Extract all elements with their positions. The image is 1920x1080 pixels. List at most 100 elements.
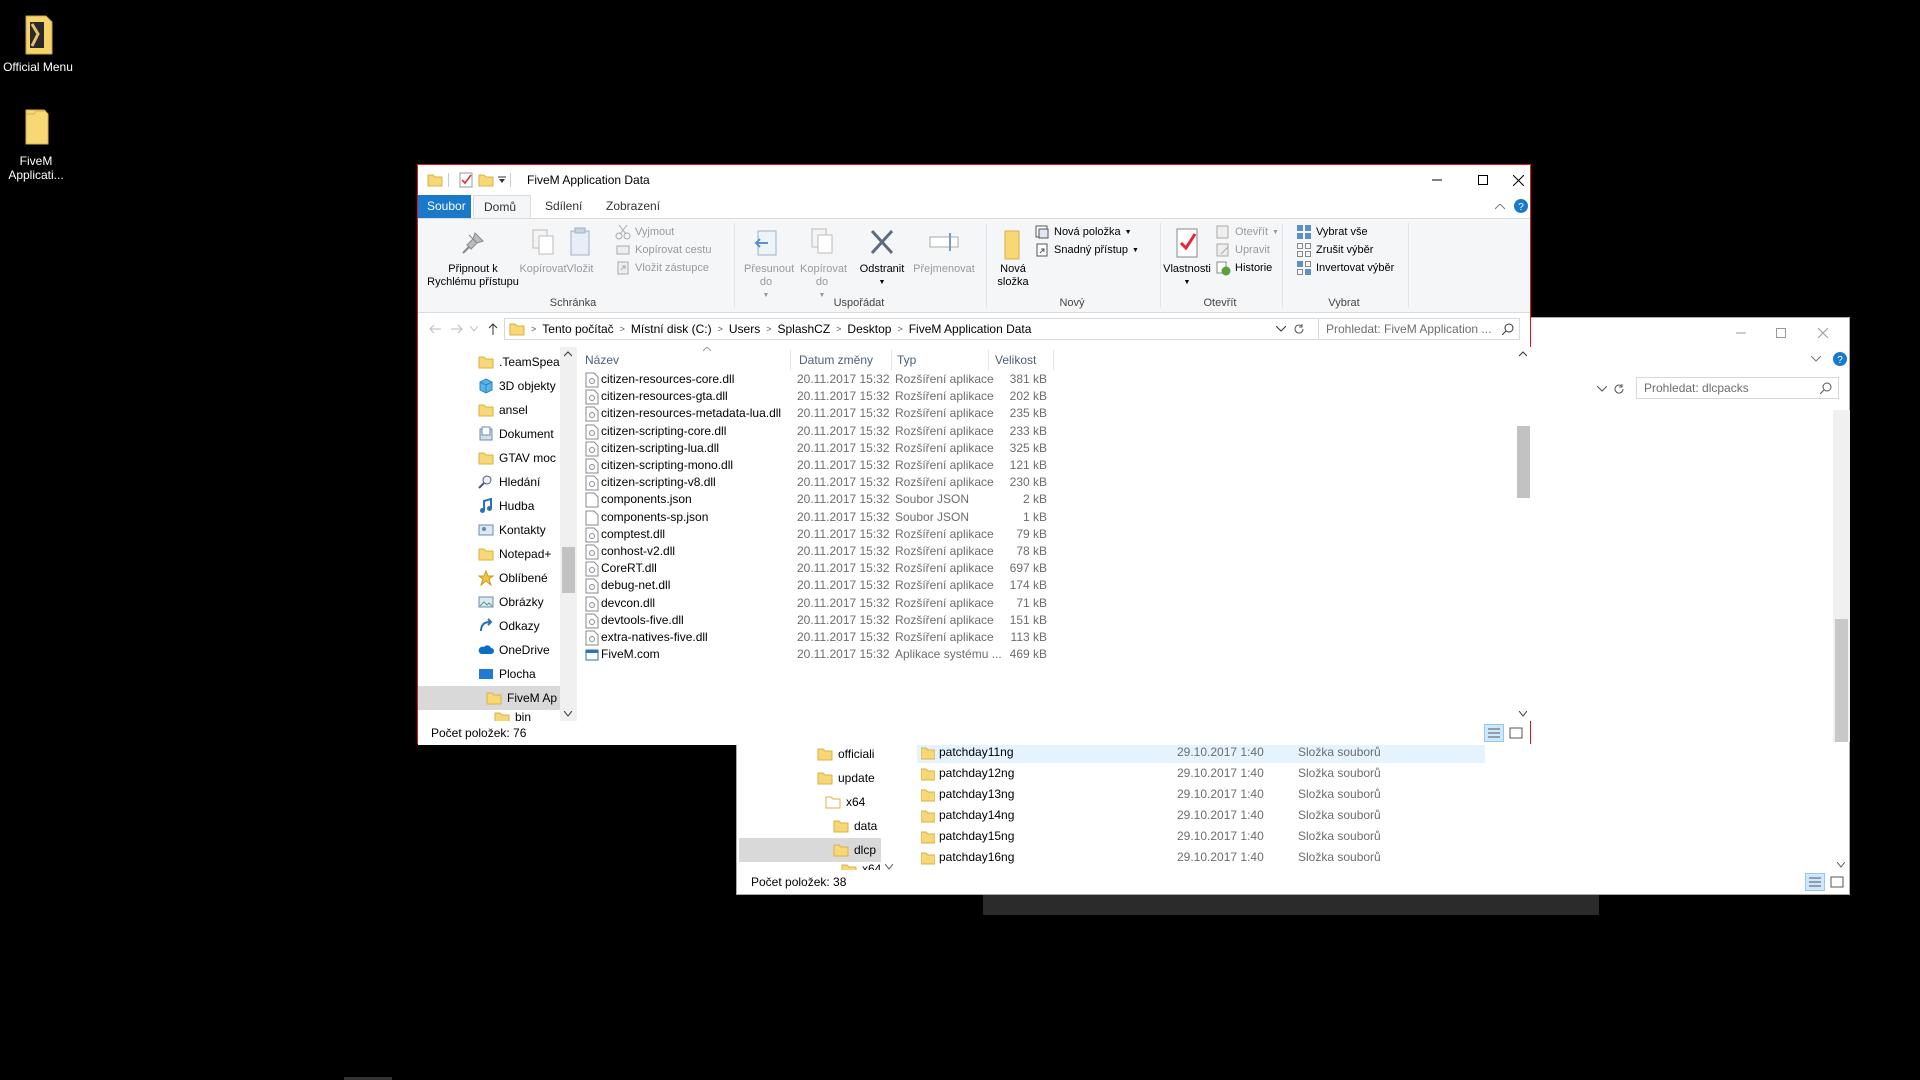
select-all-button[interactable]: Vybrat vše: [1296, 223, 1368, 241]
table-row[interactable]: patchday11ng 29.10.2017 1:40 Složka soub…: [917, 742, 1485, 763]
nav-item-documents[interactable]: Dokument: [478, 422, 554, 446]
details-view-button[interactable]: [1805, 873, 1825, 891]
table-row[interactable]: citizen-resources-core.dll 20.11.2017 15:…: [578, 371, 1058, 388]
table-row[interactable]: citizen-scripting-v8.dll 20.11.2017 15:32…: [578, 474, 1058, 491]
scrollbar-thumb[interactable]: [1517, 426, 1530, 498]
nav-item-favorites[interactable]: Oblíbené: [478, 566, 548, 590]
table-row[interactable]: citizen-resources-metadata-lua.dll 20.11.…: [578, 405, 1058, 422]
vertical-scrollbar[interactable]: [1515, 347, 1532, 721]
invert-selection-button[interactable]: Invertovat výběr: [1296, 259, 1394, 277]
nav-item-music[interactable]: Hudba: [478, 494, 534, 518]
refresh-icon[interactable]: [1292, 322, 1306, 336]
back-nav-item[interactable]: update: [817, 766, 875, 790]
column-separator[interactable]: [790, 350, 791, 370]
search-input[interactable]: Prohledat: dlcpacks: [1636, 377, 1839, 399]
help-icon[interactable]: ?: [1514, 199, 1528, 213]
table-row[interactable]: components-sp.json 20.11.2017 15:32 Soubor…: [578, 509, 1058, 526]
properties-button[interactable]: Vlastnosti ▼: [1158, 225, 1216, 289]
nav-item-notepad[interactable]: Notepad+: [478, 542, 551, 566]
scroll-down-icon[interactable]: [1837, 862, 1845, 868]
maximize-button[interactable]: [1460, 165, 1506, 195]
desktop-icon-official-menu[interactable]: Official Menu: [0, 10, 78, 74]
column-header-name[interactable]: Název: [580, 349, 790, 371]
back-nav-item-selected[interactable]: dlcp: [739, 838, 881, 862]
tab-share[interactable]: Sdílení: [535, 195, 592, 218]
pin-quick-access-button[interactable]: Připnout k Rychlému přístupu: [423, 225, 523, 289]
table-row[interactable]: extra-natives-five.dll 20.11.2017 15:32 Ro…: [578, 629, 1058, 646]
nav-item-teamspeak[interactable]: .TeamSpea: [478, 350, 560, 374]
ribbon-collapse-icon[interactable]: [1495, 204, 1505, 210]
table-row[interactable]: patchday12ng 29.10.2017 1:40 Složka soub…: [917, 763, 1485, 784]
move-to-button[interactable]: Přesunout do ▼: [736, 225, 796, 302]
table-row[interactable]: comptest.dll 20.11.2017 15:32 Rozšíření ap…: [578, 526, 1058, 543]
nav-item-searches[interactable]: Hledání: [478, 470, 540, 494]
easy-access-button[interactable]: Snadný přístup ▼: [1034, 241, 1139, 259]
large-icons-view-button[interactable]: [1827, 873, 1847, 891]
cut-button[interactable]: Vyjmout: [615, 223, 674, 241]
breadcrumb[interactable]: > Tento počítač > Místní disk (C:) > Use…: [504, 318, 1426, 340]
nav-item-gtav[interactable]: GTAV moc: [478, 446, 556, 470]
nav-item-fivem-selected[interactable]: FiveM Ap: [418, 686, 560, 710]
tab-view[interactable]: Zobrazení: [596, 195, 670, 218]
breadcrumb-item[interactable]: Desktop: [841, 322, 897, 336]
tab-home[interactable]: Domů: [473, 195, 531, 218]
customize-quick-access-icon[interactable]: [498, 176, 506, 184]
scroll-up-icon[interactable]: [564, 351, 572, 357]
back-arrow-icon[interactable]: [428, 323, 442, 335]
nav-scrollbar[interactable]: [560, 347, 577, 721]
large-icons-view-button[interactable]: [1506, 724, 1526, 742]
table-row[interactable]: devcon.dll 20.11.2017 15:32 Rozšíření apli…: [578, 595, 1058, 612]
title-bar[interactable]: FiveM Application Data: [418, 165, 1530, 195]
table-row[interactable]: citizen-scripting-core.dll 20.11.2017 15:…: [578, 423, 1058, 440]
scrollbar-thumb[interactable]: [562, 547, 575, 593]
back-nav-item[interactable]: data: [833, 814, 877, 838]
table-row[interactable]: patchday13ng 29.10.2017 1:40 Složka soub…: [917, 784, 1485, 805]
close-button[interactable]: [1506, 165, 1530, 195]
table-row[interactable]: patchday14ng 29.10.2017 1:40 Složka soub…: [917, 805, 1485, 826]
back-nav-item[interactable]: x64: [825, 790, 865, 814]
close-button[interactable]: [1803, 318, 1843, 348]
refresh-icon[interactable]: [1612, 382, 1626, 396]
new-item-button[interactable]: Nová položka ▼: [1034, 223, 1132, 241]
select-none-button[interactable]: Zrušit výběr: [1296, 241, 1373, 259]
table-row[interactable]: CoreRT.dll 20.11.2017 15:32 Rozšíření apli…: [578, 560, 1058, 577]
copy-path-button[interactable]: Kopírovat cestu: [615, 241, 711, 259]
new-folder-button[interactable]: Nová složka: [988, 225, 1038, 289]
nav-item-desktop[interactable]: Plocha: [478, 662, 536, 686]
minimize-button[interactable]: [1721, 318, 1761, 348]
breadcrumb-item[interactable]: SplashCZ: [771, 322, 836, 336]
desktop-icon-fivem[interactable]: FiveM Applicati...: [0, 104, 76, 182]
nav-item-contacts[interactable]: Kontakty: [478, 518, 546, 542]
search-input[interactable]: Prohledat: FiveM Application ...: [1318, 318, 1520, 340]
tab-file[interactable]: Soubor: [418, 195, 471, 218]
help-icon[interactable]: ?: [1833, 352, 1847, 366]
nav-item-onedrive[interactable]: OneDrive: [478, 638, 550, 662]
table-row[interactable]: debug-net.dll 20.11.2017 15:32 Rozšíření a…: [578, 577, 1058, 594]
chevron-down-icon[interactable]: [1597, 386, 1607, 392]
nav-item-3d-objects[interactable]: 3D objekty: [478, 374, 556, 398]
up-arrow-icon[interactable]: [487, 322, 499, 336]
column-header-date[interactable]: Datum změny: [794, 349, 894, 371]
table-row[interactable]: components.json 20.11.2017 15:32 Soubor JS…: [578, 491, 1058, 508]
delete-button[interactable]: Odstranit ▼: [856, 225, 908, 289]
back-nav-item[interactable]: x64: [841, 862, 881, 870]
forward-arrow-icon[interactable]: [450, 323, 464, 335]
table-row[interactable]: patchday16ng 29.10.2017 1:40 Složka soub…: [917, 847, 1485, 868]
explorer-window-fivem[interactable]: FiveM Application Data Soubor Domů Sdíle…: [417, 164, 1532, 745]
column-separator[interactable]: [988, 350, 989, 370]
nav-item-links[interactable]: Odkazy: [478, 614, 540, 638]
column-header-type[interactable]: Typ: [892, 349, 992, 371]
back-nav-item[interactable]: officiali: [817, 742, 874, 766]
maximize-button[interactable]: [1761, 318, 1801, 348]
new-folder-icon[interactable]: [478, 172, 494, 188]
breadcrumb-item[interactable]: Místní disk (C:): [625, 322, 718, 336]
copy-to-button[interactable]: Kopírovat do ▼: [792, 225, 852, 302]
table-row[interactable]: FiveM.com 20.11.2017 15:32 Aplikace systém…: [578, 646, 1058, 663]
details-view-button[interactable]: [1484, 724, 1504, 742]
table-row[interactable]: citizen-scripting-lua.dll 20.11.2017 15:3…: [578, 440, 1058, 457]
table-row[interactable]: citizen-scripting-mono.dll 20.11.2017 15:…: [578, 457, 1058, 474]
paste-shortcut-button[interactable]: Vložit zástupce: [615, 259, 709, 277]
scroll-down-icon[interactable]: [1519, 711, 1527, 717]
table-row[interactable]: citizen-resources-gta.dll 20.11.2017 15:3…: [578, 388, 1058, 405]
ribbon-expand-icon[interactable]: [1811, 356, 1821, 362]
